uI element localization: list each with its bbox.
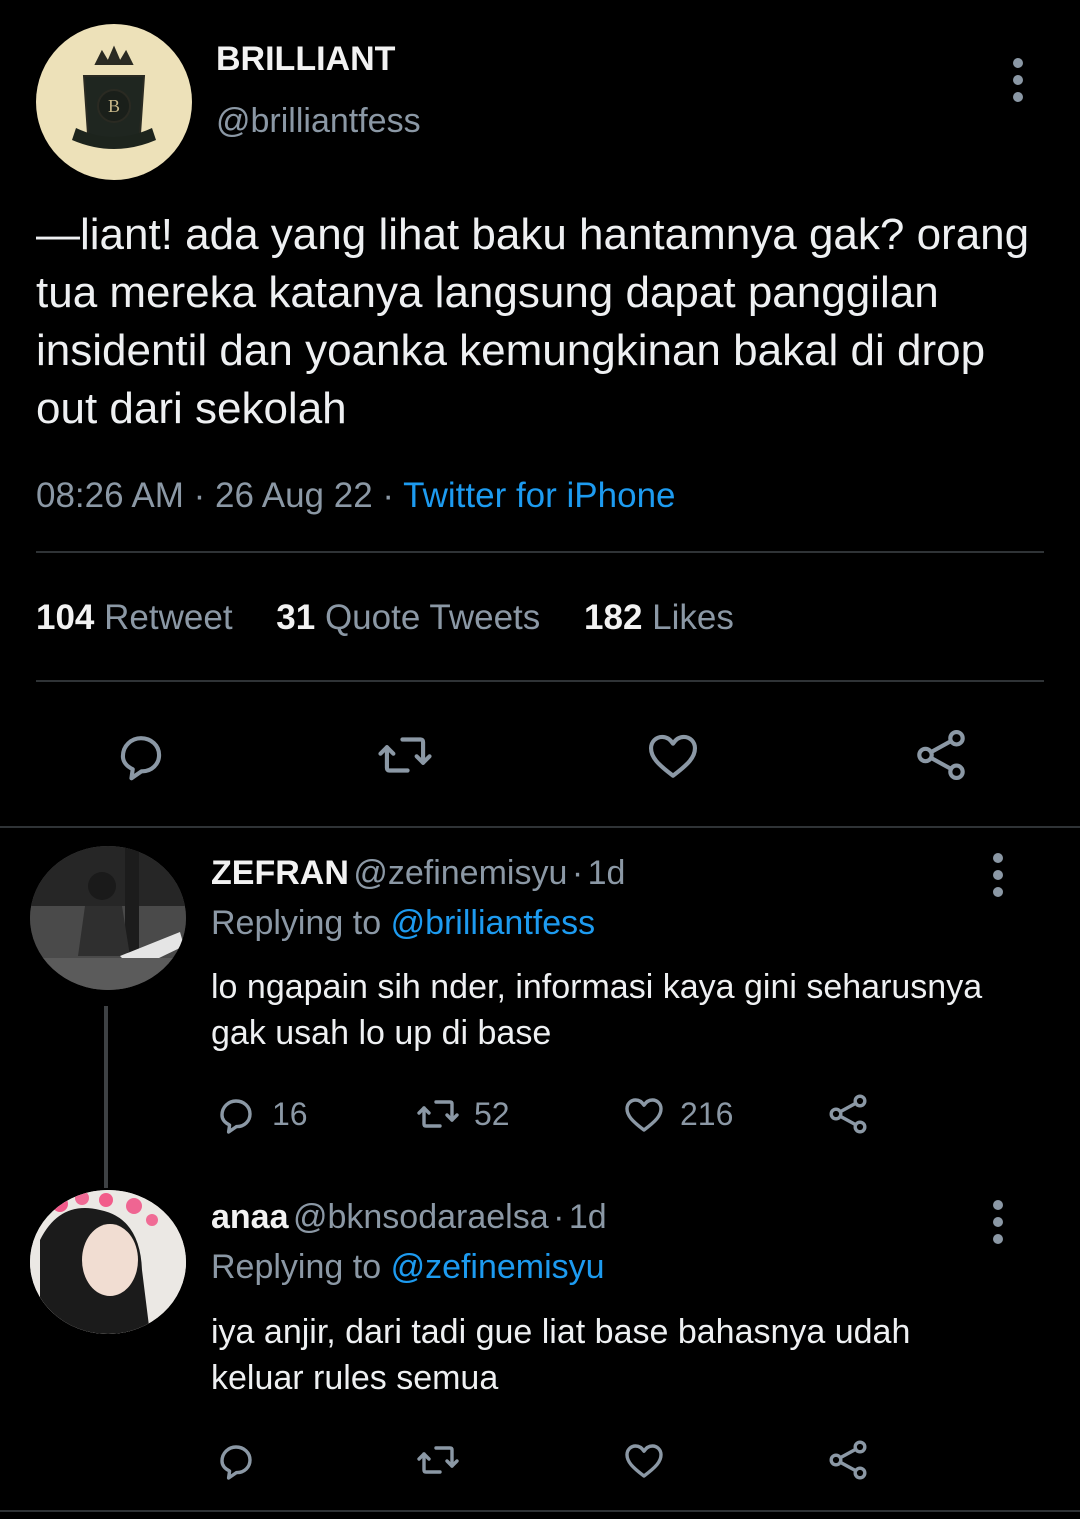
like-count: 216 xyxy=(680,1095,734,1132)
tweet-time: 08:26 AM xyxy=(36,476,184,515)
reply-text: lo ngapain sih nder, informasi kaya gini… xyxy=(211,968,983,1052)
like-button[interactable]: 216 xyxy=(620,1090,733,1138)
like-icon[interactable] xyxy=(642,724,704,786)
retweet-button[interactable]: 52 xyxy=(414,1090,510,1138)
divider xyxy=(0,1510,1080,1512)
reply-separator: · xyxy=(571,854,584,892)
retweet-icon[interactable] xyxy=(374,724,436,786)
share-icon xyxy=(829,1440,867,1480)
reply-avatar[interactable] xyxy=(30,846,186,990)
divider xyxy=(36,680,1044,682)
like-button[interactable] xyxy=(620,1436,668,1484)
share-icon[interactable] xyxy=(910,724,972,786)
quote-tweets-stat[interactable]: 31 Quote Tweets xyxy=(276,598,540,637)
reply-text: iya anjir, dari tadi gue liat base bahas… xyxy=(211,1313,911,1397)
like-icon xyxy=(625,1098,663,1132)
reply-button[interactable] xyxy=(212,1436,260,1484)
more-options-icon[interactable] xyxy=(992,1200,1004,1244)
reply-icon[interactable] xyxy=(110,724,172,786)
thread-line xyxy=(104,1006,108,1188)
like-icon xyxy=(625,1444,663,1478)
retweet-count: 52 xyxy=(474,1095,510,1132)
tweet-meta: 08:26 AM · 26 Aug 22 · Twitter for iPhon… xyxy=(36,476,676,516)
tweet-stats: 104 Retweet 31 Quote Tweets 182 Likes xyxy=(36,598,768,638)
retweet-button[interactable] xyxy=(414,1436,462,1484)
tweet-date: 26 Aug 22 xyxy=(215,476,373,515)
more-options-icon[interactable] xyxy=(1012,58,1024,102)
replying-to: Replying to @brilliantfess xyxy=(211,904,596,942)
reply-avatar[interactable] xyxy=(30,1190,186,1334)
author-name[interactable]: BRILLIANT xyxy=(216,40,395,79)
retweets-stat[interactable]: 104 Retweet xyxy=(36,598,233,637)
share-icon xyxy=(829,1094,867,1134)
reply-count: 16 xyxy=(272,1095,308,1132)
reply-button[interactable]: 16 xyxy=(212,1090,308,1138)
reply-author-name[interactable]: anaa xyxy=(211,1198,289,1236)
reply-age: 1d xyxy=(587,854,626,892)
reply-icon xyxy=(220,1099,252,1134)
tweet-client-link[interactable]: Twitter for iPhone xyxy=(403,476,675,515)
reply-separator: · xyxy=(553,1198,565,1236)
replying-to-link[interactable]: @brilliantfess xyxy=(391,904,596,942)
share-button[interactable] xyxy=(824,1090,872,1138)
reply-header: anaa @bknsodaraelsa · 1d xyxy=(211,1198,607,1237)
reply-author-name[interactable]: ZEFRAN xyxy=(211,854,349,892)
author-avatar[interactable]: B xyxy=(36,24,192,180)
reply-header: ZEFRAN @zefinemisyu · 1d xyxy=(211,854,625,893)
reply-author-handle[interactable]: @bknsodaraelsa xyxy=(293,1198,549,1236)
more-options-icon[interactable] xyxy=(992,853,1004,897)
share-button[interactable] xyxy=(824,1436,872,1484)
divider xyxy=(36,551,1044,553)
crest-logo-icon: B xyxy=(72,45,156,149)
svg-text:B: B xyxy=(108,96,120,116)
author-handle[interactable]: @brilliantfess xyxy=(216,102,421,141)
likes-stat[interactable]: 182 Likes xyxy=(584,598,734,637)
meta-separator: · xyxy=(193,476,206,515)
reply-icon xyxy=(220,1445,252,1480)
divider xyxy=(0,826,1080,828)
tweet-text: —liant! ada yang lihat baku hantamnya ga… xyxy=(36,210,1030,433)
replying-to-link[interactable]: @zefinemisyu xyxy=(391,1248,605,1286)
retweet-icon xyxy=(417,1100,459,1128)
retweet-icon xyxy=(417,1446,459,1474)
replying-to: Replying to @zefinemisyu xyxy=(211,1248,605,1286)
meta-separator: · xyxy=(382,476,395,515)
reply-age: 1d xyxy=(568,1198,607,1236)
reply-author-handle[interactable]: @zefinemisyu xyxy=(353,854,567,892)
